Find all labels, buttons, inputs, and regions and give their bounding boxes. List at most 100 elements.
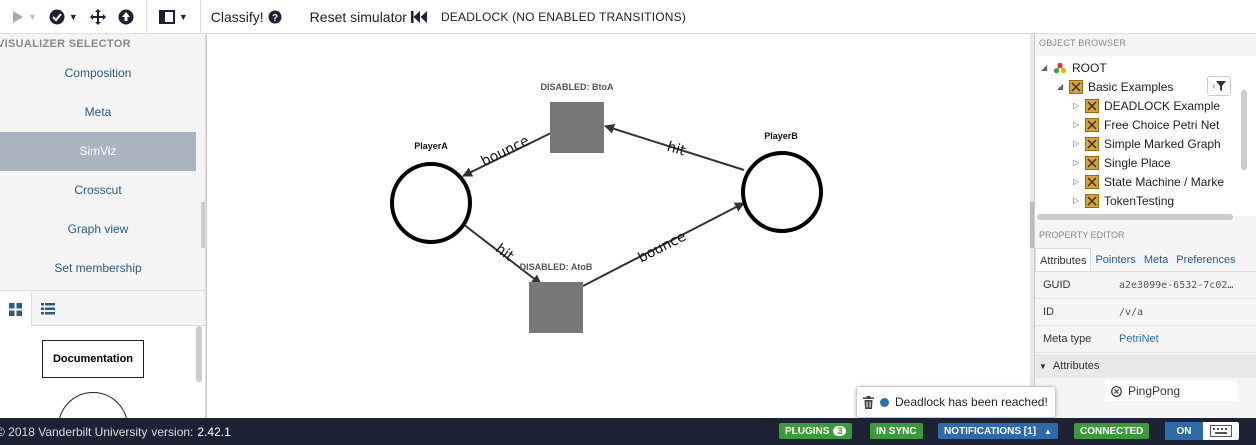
play-group: ▼ ▼: [0, 0, 147, 33]
property-key: ID: [1043, 306, 1054, 318]
classify-button[interactable]: Classify! ?: [205, 0, 288, 33]
reset-simulator-label: Reset simulator: [309, 8, 407, 25]
expand-toggle-icon[interactable]: ◢: [1041, 63, 1053, 72]
place-part[interactable]: [58, 392, 128, 418]
model-icon: [1085, 98, 1099, 113]
notifications-button[interactable]: NOTIFICATIONS [1] ▲: [938, 423, 1058, 439]
tab-preferences[interactable]: Preferences: [1172, 248, 1239, 271]
check-circle-icon: [49, 9, 65, 24]
visualizer-scrollbar[interactable]: [201, 202, 205, 248]
visualizer-item-simviz[interactable]: SimViz: [0, 132, 196, 171]
play-button[interactable]: ▼: [6, 0, 43, 33]
toast-message: Deadlock has been reached!: [895, 395, 1048, 409]
property-row-meta-type: Meta type PetriNet: [1035, 326, 1256, 353]
part-browser: Documentation: [0, 326, 205, 418]
visualizer-item-crosscut[interactable]: Crosscut: [0, 171, 196, 210]
tree-node-child[interactable]: ▷ TokenTesting: [1073, 191, 1174, 210]
svg-text:?: ?: [272, 13, 278, 24]
tree-horizontal-scrollbar[interactable]: [1037, 214, 1233, 220]
notification-toast: Deadlock has been reached!: [856, 386, 1056, 418]
sync-status-badge[interactable]: IN SYNC: [870, 423, 923, 439]
model-icon: [1085, 117, 1099, 132]
move-button[interactable]: [84, 0, 112, 33]
connection-status-badge[interactable]: CONNECTED: [1074, 423, 1150, 439]
visualizer-item-set-membership[interactable]: Set membership: [0, 249, 196, 288]
model-icon: [1085, 193, 1099, 208]
copyright-text: © 2018 Vanderbilt University: [0, 424, 148, 439]
tab-attributes[interactable]: Attributes: [1035, 248, 1092, 271]
reset-simulator-button[interactable]: Reset simulator: [304, 0, 433, 33]
tab-pointers[interactable]: Pointers: [1091, 248, 1139, 271]
layout-menu-button[interactable]: ▼: [153, 0, 194, 33]
grid-view-tab[interactable]: [0, 291, 32, 327]
property-row-name: ne PingPong: [1035, 378, 1256, 402]
tree-node-child[interactable]: ▷ State Machine / Marke: [1073, 172, 1224, 191]
tree-node-label: ROOT: [1072, 60, 1107, 75]
expand-toggle-icon[interactable]: ▷: [1073, 101, 1085, 110]
plugins-button[interactable]: PLUGINS 3: [779, 423, 853, 439]
version-number: 2.42.1: [197, 424, 231, 439]
property-row-id: ID /v/a: [1035, 299, 1256, 326]
root-icon: [1053, 61, 1067, 75]
keyboard-toggle[interactable]: ON: [1165, 422, 1239, 440]
tree-node-child[interactable]: ▷ Free Choice Petri Net: [1073, 115, 1219, 134]
place-label-playera: PlayerA: [414, 141, 448, 151]
tab-meta[interactable]: Meta: [1140, 248, 1172, 271]
grid-icon: [9, 302, 22, 316]
simviz-canvas[interactable]: bounce hit hit bounce DISABLED: BtoA DIS…: [206, 34, 1030, 418]
expand-toggle-icon[interactable]: ▷: [1073, 139, 1085, 148]
name-field[interactable]: PingPong: [1105, 381, 1237, 401]
chevron-down-icon: ▼: [68, 11, 78, 22]
plugins-count: 3: [833, 426, 847, 436]
expand-toggle-icon[interactable]: ▷: [1073, 196, 1085, 205]
tree-node-child[interactable]: ▷ Single Place: [1073, 153, 1171, 172]
tree-node-label: DEADLOCK Example: [1104, 98, 1221, 113]
place-playera[interactable]: [390, 162, 472, 244]
check-menu-button[interactable]: ▼: [43, 0, 84, 33]
name-value: PingPong: [1128, 384, 1181, 398]
tree-node-label: TokenTesting: [1104, 193, 1175, 208]
tree-node-root[interactable]: ◢ ROOT: [1041, 58, 1107, 77]
part-browser-scrollbar[interactable]: [196, 326, 202, 382]
arc-label-bounce: bounce: [479, 133, 532, 170]
filter-button[interactable]: ‹: [1207, 76, 1231, 96]
visualizer-item-graph-view[interactable]: Graph view: [0, 210, 196, 249]
tree-node-child[interactable]: ▷ Simple Marked Graph: [1073, 134, 1221, 153]
reset-circle-icon[interactable]: [1111, 385, 1122, 397]
upload-button[interactable]: [112, 0, 140, 33]
classify-label: Classify!: [210, 8, 264, 25]
expand-toggle-icon[interactable]: ▷: [1073, 158, 1085, 167]
meta-type-link[interactable]: PetriNet: [1119, 333, 1159, 345]
visualizer-item-composition[interactable]: Composition: [0, 54, 196, 93]
property-value[interactable]: a2e3099e-6532-7c02…: [1119, 280, 1233, 291]
place-playerb[interactable]: [741, 151, 823, 233]
tree-node-label: Basic Examples: [1088, 79, 1174, 94]
attributes-section-header[interactable]: ▼ Attributes: [1035, 354, 1256, 378]
tree-node-basic-examples[interactable]: ◢ Basic Examples: [1057, 77, 1173, 96]
tree-node-child[interactable]: ▷ DEADLOCK Example: [1073, 96, 1220, 115]
visualizer-selector-panel: VISUALIZER SELECTOR Composition Meta Sim…: [0, 34, 206, 418]
notifications-label: NOTIFICATIONS [1]: [944, 425, 1037, 437]
trash-icon[interactable]: [863, 395, 874, 409]
tree-node-label: State Machine / Marke: [1104, 174, 1225, 189]
transition-label-atob: DISABLED: AtoB: [520, 262, 593, 272]
columns-icon: [158, 9, 175, 24]
property-value[interactable]: /v/a: [1119, 307, 1143, 318]
visualizer-item-meta[interactable]: Meta: [0, 93, 196, 132]
sync-label: IN SYNC: [876, 425, 917, 437]
caret-down-icon: ▼: [1039, 361, 1047, 371]
decorator-tabs: [0, 290, 205, 327]
expand-toggle-icon[interactable]: ▷: [1073, 120, 1085, 129]
simulator-status: DEADLOCK (NO ENABLED TRANSITIONS): [440, 9, 687, 24]
tree-scrollbar[interactable]: [1241, 90, 1247, 170]
expand-toggle-icon[interactable]: ◢: [1057, 82, 1069, 91]
list-icon: [41, 303, 55, 315]
documentation-part[interactable]: Documentation: [42, 340, 144, 378]
property-row-guid: GUID a2e3099e-6532-7c02…: [1035, 272, 1256, 299]
tree-node-label: Simple Marked Graph: [1104, 136, 1221, 151]
transition-atob[interactable]: [529, 282, 583, 333]
info-dot-icon: [880, 397, 889, 407]
list-view-tab[interactable]: [32, 291, 64, 327]
expand-toggle-icon[interactable]: ▷: [1073, 177, 1085, 186]
transition-btoa[interactable]: [550, 102, 604, 153]
